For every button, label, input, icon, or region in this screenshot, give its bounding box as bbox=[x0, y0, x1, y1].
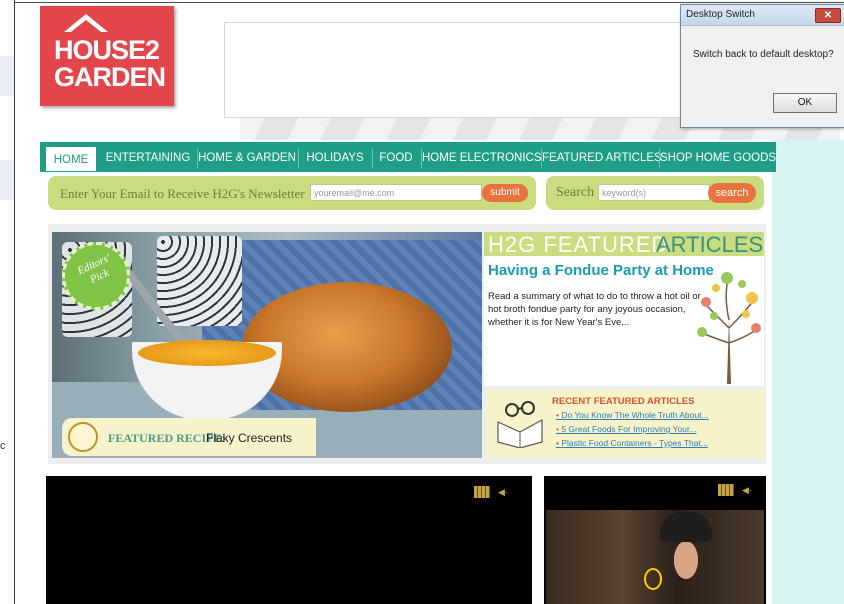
tree-flower bbox=[751, 323, 761, 333]
tree-leaf bbox=[721, 272, 733, 284]
newsletter-bar: Enter Your Email to Receive H2G's Newsle… bbox=[48, 176, 536, 210]
nav-item-food[interactable]: FOOD bbox=[373, 142, 419, 172]
dialog-title: Desktop Switch bbox=[686, 9, 755, 20]
speaker-icon[interactable]: ◀· bbox=[742, 485, 756, 495]
nav-item-featured-articles[interactable]: FEATURED ARTICLES bbox=[542, 142, 662, 172]
speaker-icon[interactable]: ◀· bbox=[498, 487, 512, 497]
tree-leaf bbox=[697, 327, 707, 337]
hat bbox=[660, 512, 712, 542]
nav-item-home[interactable]: HOME bbox=[45, 146, 97, 172]
recent-article-link[interactable]: 5 Great Foods For Improving Your... bbox=[556, 424, 696, 434]
newsletter-email-input[interactable]: youremail@me.com bbox=[310, 184, 482, 201]
recent-article-link[interactable]: Do You Know The Whole Truth About... bbox=[556, 410, 708, 420]
recent-article-link[interactable]: Plastic Food Containers - Types That... bbox=[556, 438, 708, 448]
tree-flower bbox=[701, 297, 711, 307]
video-player-main[interactable]: ◀· bbox=[46, 476, 532, 604]
search-bar: Search keyword(s) search bbox=[546, 176, 764, 210]
page-side-background bbox=[772, 140, 844, 604]
tree-flower bbox=[746, 292, 758, 304]
featured-recipe-name[interactable]: Flaky Crescents bbox=[206, 431, 292, 445]
mug bbox=[157, 236, 242, 326]
tree-flower bbox=[742, 310, 750, 318]
glasses-bridge bbox=[517, 407, 523, 410]
filmstrip-icon[interactable] bbox=[474, 486, 490, 498]
glasses-lens bbox=[505, 403, 519, 417]
featured-article-description: Read a summary of what to do to throw a … bbox=[488, 291, 701, 328]
featured-heading-part1: H2G FEATURED bbox=[488, 232, 669, 257]
browser-frame-top bbox=[14, 2, 844, 3]
background-text: c bbox=[0, 440, 6, 452]
site-logo[interactable]: HOUSE2 GARDEN bbox=[40, 6, 174, 106]
tree-leaf bbox=[710, 312, 718, 320]
background-panel bbox=[0, 56, 14, 96]
newsletter-submit-button[interactable]: submit bbox=[482, 184, 528, 202]
search-button[interactable]: search bbox=[708, 183, 756, 203]
logo-house-icon-inner bbox=[71, 20, 101, 32]
recent-articles-heading: RECENT FEATURED ARTICLES bbox=[552, 396, 695, 407]
dialog-ok-button[interactable]: OK bbox=[773, 93, 837, 113]
featured-heading-part2: ARTICLES bbox=[656, 232, 764, 257]
close-icon[interactable]: ✕ bbox=[815, 8, 841, 23]
nav-item-entertaining[interactable]: ENTERTAINING bbox=[100, 142, 196, 172]
newsletter-prompt: Enter Your Email to Receive H2G's Newsle… bbox=[60, 186, 305, 201]
main-nav: HOME ENTERTAINING HOME & GARDEN HOLIDAYS… bbox=[40, 142, 776, 172]
search-input[interactable]: keyword(s) bbox=[598, 184, 710, 201]
plate-icon bbox=[68, 422, 98, 452]
nav-item-home-electronics[interactable]: HOME ELECTRONICS bbox=[422, 142, 542, 172]
desktop-switch-dialog: Desktop Switch ✕ Switch back to default … bbox=[680, 4, 844, 128]
nav-item-holidays[interactable]: HOLIDAYS bbox=[299, 142, 371, 172]
cursor-highlight-ring bbox=[644, 568, 662, 590]
dialog-message: Switch back to default desktop? bbox=[693, 49, 834, 60]
logo-text-line1: HOUSE2 bbox=[54, 35, 160, 65]
tree-illustration bbox=[697, 272, 761, 384]
nav-item-home-garden[interactable]: HOME & GARDEN bbox=[198, 142, 296, 172]
filmstrip-icon[interactable] bbox=[718, 484, 734, 496]
glasses-lens bbox=[521, 401, 535, 415]
book-glasses-icon bbox=[497, 401, 543, 448]
featured-article-title[interactable]: Having a Fondue Party at Home bbox=[488, 262, 714, 279]
video-thumbnail-scene[interactable] bbox=[546, 510, 764, 604]
nav-item-shop-home-goods[interactable]: SHOP HOME GOODS bbox=[660, 142, 776, 172]
tree-flower bbox=[712, 284, 720, 292]
jam bbox=[138, 340, 276, 366]
search-label: Search bbox=[556, 185, 595, 200]
header-ad-box bbox=[224, 22, 696, 118]
tree-leaf bbox=[738, 280, 746, 288]
logo-text-line2: GARDEN bbox=[54, 62, 166, 92]
background-panel bbox=[0, 160, 14, 200]
